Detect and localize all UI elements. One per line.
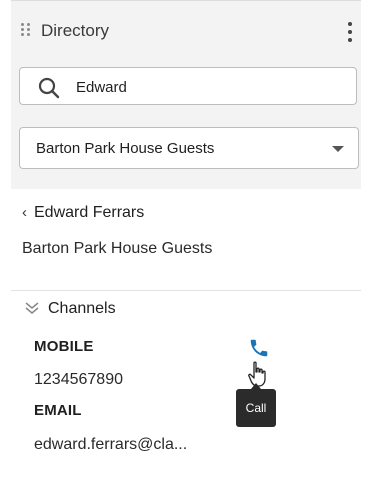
email-label: EMAIL xyxy=(34,402,82,419)
chevron-down-icon xyxy=(332,146,344,152)
mobile-value: 1234567890 xyxy=(34,371,123,388)
contact-group: Barton Park House Guests xyxy=(22,240,213,257)
phone-icon xyxy=(250,339,268,357)
more-vertical-icon[interactable] xyxy=(347,22,353,42)
panel-title: Directory xyxy=(41,21,110,40)
directory-panel: Directory Barton Park House Guests xyxy=(11,0,361,189)
search-box[interactable] xyxy=(19,67,357,105)
email-value: edward.ferrars@cla... xyxy=(34,436,188,453)
channels-label: Channels xyxy=(48,300,116,317)
call-tooltip: Call xyxy=(236,383,276,427)
call-button[interactable] xyxy=(248,337,270,359)
panel-header: Directory xyxy=(11,11,361,51)
section-divider xyxy=(11,290,361,291)
search-icon xyxy=(38,77,60,99)
drag-grip-icon[interactable] xyxy=(21,23,33,39)
mobile-label: MOBILE xyxy=(34,338,94,355)
back-chevron-icon: ‹ xyxy=(22,204,27,221)
search-input[interactable] xyxy=(74,76,338,98)
group-select-value: Barton Park House Guests xyxy=(36,140,215,157)
group-select[interactable]: Barton Park House Guests xyxy=(19,127,359,169)
double-chevron-down-icon xyxy=(25,302,39,314)
contact-name: Edward Ferrars xyxy=(34,204,145,221)
